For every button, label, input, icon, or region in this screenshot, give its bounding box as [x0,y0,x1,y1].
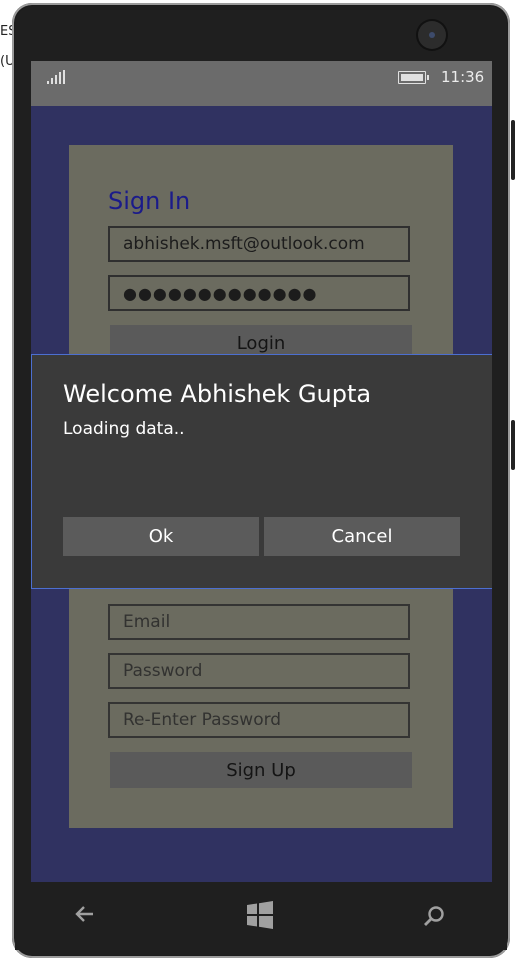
battery-charging-icon [398,71,429,84]
search-icon[interactable] [422,904,446,928]
reenter-password-field[interactable]: Re-Enter Password [108,702,410,738]
cancel-button[interactable]: Cancel [264,517,460,556]
dialog-title: Welcome Abhishek Gupta [63,380,372,408]
password-field[interactable]: ●●●●●●●●●●●●● [108,275,410,311]
status-time: 11:36 [441,68,485,86]
sign-up-button[interactable]: Sign Up [110,752,412,788]
front-camera-icon [418,21,446,49]
phone-screen: 11:36 Sign In abhishek.msft@outlook.com … [31,61,492,882]
status-bar: 11:36 [31,61,492,106]
windows-logo-icon[interactable] [245,900,275,930]
signup-email-field[interactable]: Email [108,604,410,640]
navigation-bar [15,882,507,950]
ok-button[interactable]: Ok [63,517,259,556]
back-arrow-icon[interactable] [73,902,97,926]
volume-button[interactable] [511,120,515,180]
sign-in-title: Sign In [108,187,191,215]
power-button[interactable] [511,420,515,470]
dialog-message: Loading data.. [63,419,185,439]
signal-bars-icon [47,70,67,84]
signup-password-field[interactable]: Password [108,653,410,689]
welcome-dialog: Welcome Abhishek Gupta Loading data.. Ok… [31,354,492,589]
email-field[interactable]: abhishek.msft@outlook.com [108,226,410,262]
